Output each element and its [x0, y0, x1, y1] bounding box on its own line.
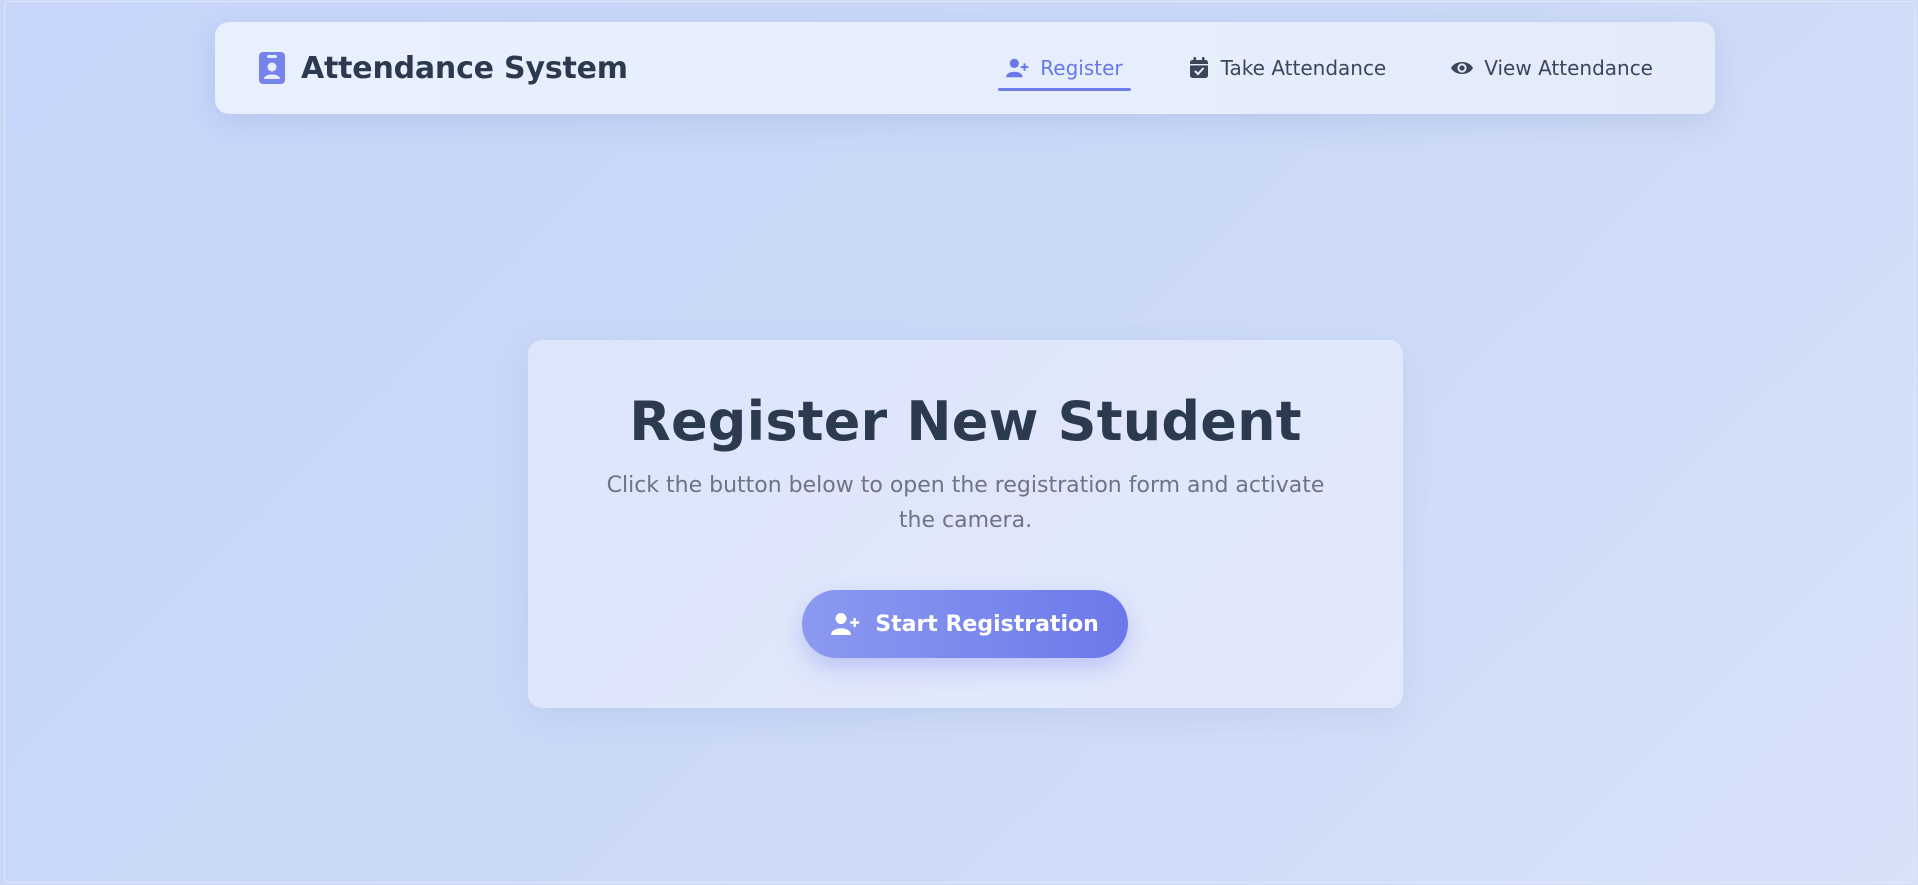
app-frame: Attendance System Register Take Attendan…: [4, 1, 1915, 883]
user-plus-icon: [831, 613, 860, 635]
register-card: Register New Student Click the button be…: [528, 340, 1403, 708]
start-registration-label: Start Registration: [875, 611, 1099, 637]
page-title: Register New Student: [629, 390, 1302, 453]
nav-item-label: Take Attendance: [1220, 56, 1387, 80]
app-title: Attendance System: [301, 50, 628, 86]
nav-item-take-attendance[interactable]: Take Attendance: [1179, 45, 1395, 91]
calendar-check-icon: [1189, 57, 1208, 78]
eye-icon: [1451, 62, 1474, 74]
nav-item-label: View Attendance: [1484, 56, 1653, 80]
brand[interactable]: Attendance System: [259, 22, 628, 114]
main-nav: Register Take Attendance View Attendance: [998, 22, 1661, 114]
navbar: Attendance System Register Take Attendan…: [215, 22, 1715, 114]
start-registration-button[interactable]: Start Registration: [802, 590, 1128, 658]
register-description: Click the button below to open the regis…: [606, 473, 1325, 533]
user-plus-icon: [1006, 58, 1029, 78]
id-badge-icon: [259, 52, 285, 84]
nav-item-register[interactable]: Register: [998, 45, 1131, 91]
nav-item-label: Register: [1040, 56, 1123, 80]
nav-item-view-attendance[interactable]: View Attendance: [1442, 45, 1661, 91]
